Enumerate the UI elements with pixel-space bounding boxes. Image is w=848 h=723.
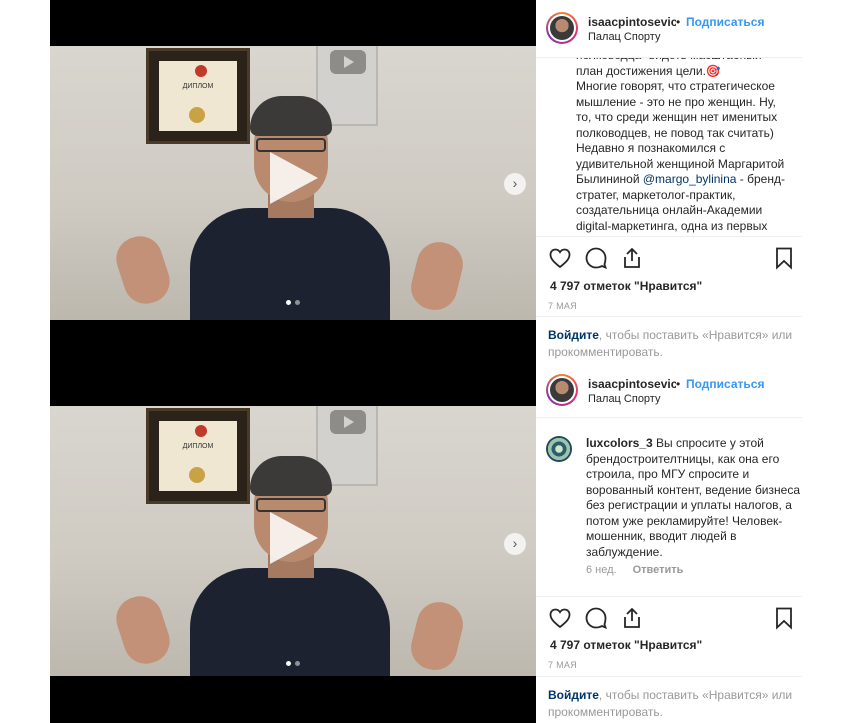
carousel-dot <box>295 661 300 666</box>
carousel-dot <box>286 300 291 305</box>
comment-icon[interactable] <box>584 246 608 270</box>
divider <box>536 316 802 317</box>
heart-icon[interactable] <box>548 606 572 630</box>
divider <box>536 596 802 597</box>
avatar[interactable] <box>546 374 578 406</box>
post-header: isaacpintosevic • Подписаться Палац Спор… <box>536 0 802 58</box>
chevron-right-icon[interactable]: › <box>504 173 526 195</box>
post-date[interactable]: 7 МАЯ <box>548 660 577 670</box>
share-icon[interactable] <box>620 606 644 630</box>
carousel-dot <box>286 661 291 666</box>
username-link[interactable]: isaacpintosevic <box>588 15 676 29</box>
comment-text: Вы спросите у этой брендостроителтницы, … <box>586 436 800 559</box>
likes-count[interactable]: 4 797 отметок "Нравится" <box>550 638 702 652</box>
comment-age[interactable]: 6 нед. <box>586 564 617 576</box>
comment-icon[interactable] <box>584 606 608 630</box>
right-gutter <box>802 362 848 723</box>
login-link[interactable]: Войдите <box>548 688 599 702</box>
username-link[interactable]: isaacpintosevic <box>588 377 676 391</box>
play-icon[interactable] <box>266 148 322 208</box>
likes-count[interactable]: 4 797 отметок "Нравится" <box>550 279 702 293</box>
right-gutter <box>802 0 848 362</box>
video-player[interactable]: ДИПЛОМ › <box>50 362 536 723</box>
commenter-username[interactable]: luxcolors_3 <box>586 436 653 450</box>
location-link[interactable]: Палац Спорту <box>588 31 660 43</box>
divider <box>536 676 802 677</box>
caption-text: полководца" видеть масштабный план дости… <box>576 58 785 186</box>
login-link[interactable]: Войдите <box>548 328 599 342</box>
post-panel-2: ДИПЛОМ › isaacpintosevic • Подписаться П… <box>0 362 848 723</box>
left-gutter <box>0 0 50 362</box>
follow-button[interactable]: Подписаться <box>686 15 764 29</box>
post-header: isaacpintosevic • Подписаться Палац Спор… <box>536 362 802 418</box>
carousel-dots <box>286 661 300 666</box>
post-caption: полководца" видеть масштабный план дости… <box>576 58 800 236</box>
login-prompt: Войдите, чтобы поставить «Нравится» или … <box>548 687 798 721</box>
post-date[interactable]: 7 МАЯ <box>548 301 577 311</box>
play-icon[interactable] <box>266 508 322 568</box>
post-sidebar: isaacpintosevic • Подписаться Палац Спор… <box>536 0 802 362</box>
action-bar <box>548 606 798 632</box>
share-icon[interactable] <box>620 246 644 270</box>
heart-icon[interactable] <box>548 246 572 270</box>
bookmark-icon[interactable] <box>772 606 796 630</box>
video-player[interactable]: ДИПЛОМ › <box>50 0 536 362</box>
login-prompt: Войдите, чтобы поставить «Нравится» или … <box>548 327 798 361</box>
separator-dot: • <box>676 15 681 29</box>
separator-dot: • <box>676 377 681 391</box>
mention-link[interactable]: @margo_bylinina <box>643 172 737 186</box>
bookmark-icon[interactable] <box>772 246 796 270</box>
post-sidebar: isaacpintosevic • Подписаться Палац Спор… <box>536 362 802 723</box>
comment-body: luxcolors_3 Вы спросите у этой брендостр… <box>586 436 800 560</box>
diploma-title: ДИПЛОМ <box>182 443 214 450</box>
post-panel-1: ДИПЛОМ › isaacpintosevic • Подписаться П… <box>0 0 848 362</box>
commenter-avatar[interactable] <box>546 436 572 462</box>
reply-button[interactable]: Ответить <box>633 564 684 576</box>
carousel-dot <box>295 300 300 305</box>
location-link[interactable]: Палац Спорту <box>588 393 660 405</box>
left-gutter <box>0 362 50 723</box>
comment-meta: 6 нед. Ответить <box>586 564 683 576</box>
follow-button[interactable]: Подписаться <box>686 377 764 391</box>
avatar[interactable] <box>546 12 578 44</box>
divider <box>536 236 802 237</box>
action-bar <box>548 246 798 272</box>
chevron-right-icon[interactable]: › <box>504 533 526 555</box>
diploma-title: ДИПЛОМ <box>182 83 214 90</box>
carousel-dots <box>286 300 300 305</box>
